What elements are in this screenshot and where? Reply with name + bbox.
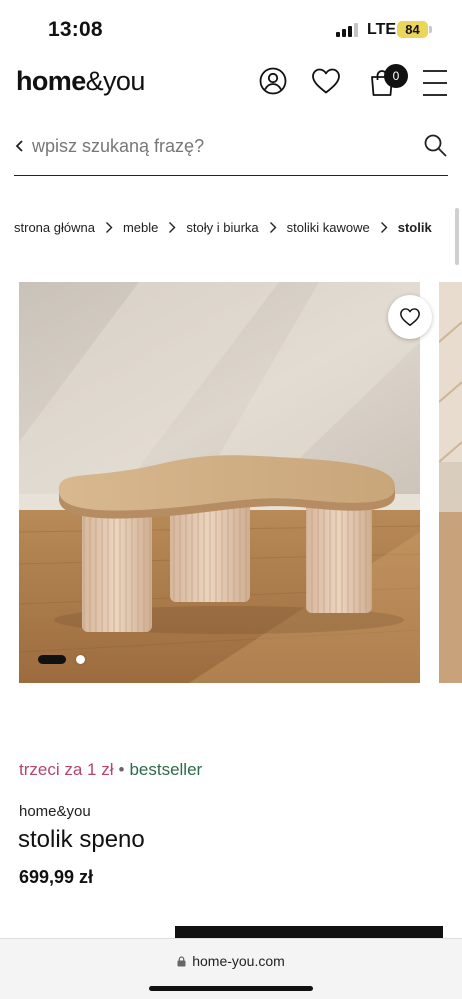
heart-icon xyxy=(400,308,420,326)
breadcrumb-chevron-icon xyxy=(158,221,186,235)
search-bar xyxy=(14,124,448,176)
breadcrumb-home[interactable]: strona główna xyxy=(14,220,95,235)
back-chevron-icon[interactable] xyxy=(14,138,28,154)
breadcrumb-coffee-tables[interactable]: stoliki kawowe xyxy=(287,220,370,235)
breadcrumb-chevron-icon xyxy=(259,221,287,235)
browser-address-bar: home-you.com xyxy=(0,938,462,999)
logo-bold-text: home xyxy=(16,66,86,96)
lock-icon xyxy=(177,956,186,967)
breadcrumb-furniture[interactable]: meble xyxy=(123,220,158,235)
product-title: stolik speno xyxy=(18,826,145,853)
product-price: 699,99 zł xyxy=(19,867,94,887)
cart-count-badge: 0 xyxy=(384,64,408,88)
product-tags: trzeci za 1 zł • bestseller xyxy=(19,760,202,780)
menu-icon[interactable] xyxy=(422,69,448,97)
home-you-logo[interactable]: home&you xyxy=(16,66,145,97)
battery-cap xyxy=(429,26,432,33)
status-time: 13:08 xyxy=(48,18,103,41)
breadcrumb-scrollbar[interactable] xyxy=(455,208,459,265)
breadcrumb: strona główna meble stoły i biurka stoliki … xyxy=(14,219,446,241)
gallery-dot[interactable] xyxy=(76,655,85,664)
user-icon[interactable] xyxy=(258,66,288,96)
promo-tag: trzeci za 1 zł xyxy=(19,760,114,779)
heart-icon[interactable] xyxy=(310,66,342,96)
product-brand[interactable]: home&you xyxy=(19,803,91,820)
breadcrumb-chevron-icon xyxy=(370,221,398,235)
next-image-preview[interactable] xyxy=(439,282,462,683)
next-photo-thumbnail xyxy=(439,282,462,683)
signal-icon xyxy=(336,23,360,37)
gallery-dot-active[interactable] xyxy=(38,655,66,664)
breadcrumb-chevron-icon xyxy=(95,221,123,235)
product-photo xyxy=(19,282,420,683)
url-display[interactable]: home-you.com xyxy=(0,953,462,969)
battery-level: 84 xyxy=(405,22,420,37)
wishlist-button[interactable] xyxy=(388,295,432,339)
url-text: home-you.com xyxy=(192,953,285,969)
home-indicator[interactable] xyxy=(149,986,313,991)
logo-light-text: &you xyxy=(85,66,146,96)
search-input[interactable] xyxy=(32,130,412,162)
product-image-gallery[interactable] xyxy=(19,282,420,683)
status-bar: 13:08 LTE 84 xyxy=(0,0,462,60)
tag-separator: • xyxy=(118,760,125,779)
network-label: LTE xyxy=(367,21,397,38)
breadcrumb-current: stolik xyxy=(397,220,432,236)
search-icon[interactable] xyxy=(423,133,447,157)
bestseller-badge: bestseller xyxy=(129,760,203,779)
breadcrumb-tables-desks[interactable]: stoły i biurka xyxy=(186,220,258,235)
